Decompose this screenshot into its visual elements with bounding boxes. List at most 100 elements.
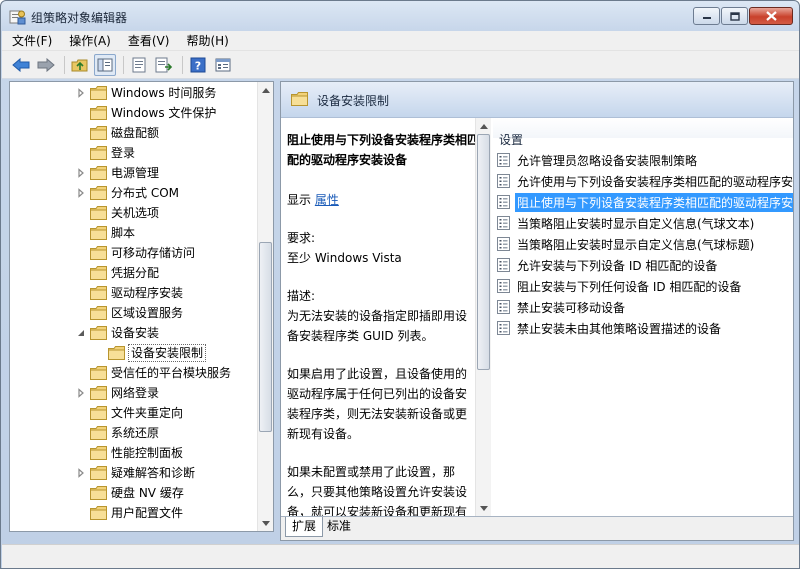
tree-item[interactable]: 磁盘配额 — [10, 123, 258, 143]
tree-item[interactable]: 区域设置服务 — [10, 303, 258, 323]
tree-item[interactable]: 文件夹重定向 — [10, 403, 258, 423]
tree-item[interactable]: 驱动程序安装 — [10, 283, 258, 303]
column-header-setting[interactable]: 设置 — [499, 131, 523, 148]
forward-button[interactable] — [35, 54, 57, 76]
scroll-down-arrow[interactable] — [258, 515, 273, 531]
description-panel: 阻止使用与下列设备安装程序类相匹配的驱动程序安装设备 显示 属性 要求: 至少 … — [281, 118, 491, 516]
setting-row[interactable]: 当策略阻止安装时显示自定义信息(气球文本) — [497, 213, 793, 233]
up-folder-button[interactable] — [69, 54, 91, 76]
setting-label: 阻止使用与下列设备安装程序类相匹配的驱动程序安装设备 — [515, 192, 793, 212]
tree-item-label: Windows 时间服务 — [111, 86, 217, 100]
tree-item-label: 网络登录 — [111, 386, 160, 400]
help-icon: ? — [190, 57, 206, 72]
menu-view[interactable]: 查看(V) — [118, 31, 177, 51]
minimize-button[interactable] — [693, 7, 720, 25]
policy-setting-icon — [497, 153, 510, 167]
expand-arrow-icon[interactable] — [76, 468, 86, 478]
folder-icon — [90, 126, 107, 140]
tree-item[interactable]: 登录 — [10, 143, 258, 163]
tree-item[interactable]: 设备安装限制 — [10, 343, 258, 363]
tree-item-label: 疑难解答和诊断 — [111, 466, 196, 480]
tree-item[interactable]: 受信任的平台模块服务 — [10, 363, 258, 383]
list-header-bg — [493, 118, 793, 138]
expand-arrow-icon[interactable] — [76, 188, 86, 198]
tree-item[interactable]: Windows 文件保护 — [10, 103, 258, 123]
svg-text:?: ? — [195, 59, 201, 72]
tree-item[interactable]: 可移动存储访问 — [10, 243, 258, 263]
tree-item[interactable]: 疑难解答和诊断 — [10, 463, 258, 483]
expand-arrow-icon[interactable] — [76, 168, 86, 178]
view-tabs: 扩展 标准 — [281, 516, 793, 540]
minimize-icon — [702, 17, 711, 19]
scroll-up-arrow[interactable] — [476, 118, 491, 134]
setting-row[interactable]: 允许管理员忽略设备安装限制策略 — [497, 150, 793, 170]
expand-arrow-icon[interactable] — [76, 388, 86, 398]
tree-item[interactable]: 设备安装 — [10, 323, 258, 343]
collapse-arrow-icon[interactable] — [76, 328, 86, 338]
tree-item[interactable]: 性能控制面板 — [10, 443, 258, 463]
show-tree-icon — [97, 58, 113, 71]
folder-icon — [90, 186, 107, 200]
group-policy-app-icon — [9, 10, 26, 25]
details-header: 设备安装限制 — [281, 82, 793, 118]
menu-help[interactable]: 帮助(H) — [176, 31, 235, 51]
tree-item[interactable]: 网络登录 — [10, 383, 258, 403]
properties-button[interactable] — [128, 54, 150, 76]
menu-action[interactable]: 操作(A) — [59, 31, 118, 51]
setting-row[interactable]: 禁止安装可移动设备 — [497, 297, 793, 317]
policy-setting-icon — [497, 174, 510, 188]
title-bar[interactable]: 组策略对象编辑器 — [1, 1, 799, 31]
tree-item[interactable]: 分布式 COM — [10, 183, 258, 203]
close-button[interactable] — [749, 7, 793, 25]
tree-item[interactable]: 硬盘 NV 缓存 — [10, 483, 258, 503]
folder-icon — [90, 166, 107, 180]
forward-icon — [37, 57, 55, 72]
tree-item-label: 脚本 — [111, 226, 136, 240]
show-tree-button[interactable] — [94, 53, 116, 76]
back-icon — [12, 57, 30, 72]
expand-arrow-icon[interactable] — [76, 88, 86, 98]
tree-item[interactable]: 系统还原 — [10, 423, 258, 443]
tree-item[interactable]: 脚本 — [10, 223, 258, 243]
status-bar — [2, 544, 799, 568]
arrow-up-icon — [262, 87, 270, 93]
setting-row[interactable]: 允许安装与下列设备 ID 相匹配的设备 — [497, 255, 793, 275]
help-button[interactable]: ? — [187, 54, 209, 76]
arrow-down-icon — [262, 520, 270, 526]
scrollbar-thumb[interactable] — [259, 242, 272, 432]
tree-item[interactable]: Windows 时间服务 — [10, 83, 258, 103]
properties-link[interactable]: 属性 — [315, 193, 339, 207]
tree-item[interactable]: 凭据分配 — [10, 263, 258, 283]
export-list-button[interactable] — [153, 54, 175, 76]
description-scrollbar[interactable] — [475, 118, 491, 516]
window-title: 组策略对象编辑器 — [31, 11, 128, 25]
arrow-down-icon — [480, 505, 488, 511]
setting-row[interactable]: 阻止使用与下列设备安装程序类相匹配的驱动程序安装设备 — [497, 192, 793, 212]
scrollbar-thumb[interactable] — [477, 134, 490, 370]
tab-standard[interactable]: 标准 — [321, 517, 357, 537]
folder-icon — [90, 266, 107, 280]
tree-item[interactable]: 电源管理 — [10, 163, 258, 183]
tree-item-label: 系统还原 — [111, 426, 160, 440]
back-button[interactable] — [10, 54, 32, 76]
setting-row[interactable]: 当策略阻止安装时显示自定义信息(气球标题) — [497, 234, 793, 254]
tree-item-label: 登录 — [111, 146, 136, 160]
tree-scrollbar[interactable] — [257, 82, 273, 531]
setting-row[interactable]: 禁止安装未由其他策略设置描述的设备 — [497, 318, 793, 338]
scroll-down-arrow[interactable] — [476, 500, 491, 516]
maximize-button[interactable] — [721, 7, 748, 25]
menu-file[interactable]: 文件(F) — [2, 31, 59, 51]
policy-setting-icon — [497, 237, 510, 251]
show-label: 显示 — [287, 193, 312, 207]
tree-item[interactable]: 关机选项 — [10, 203, 258, 223]
tab-extended[interactable]: 扩展 — [285, 517, 324, 537]
folder-icon — [90, 226, 107, 240]
folder-icon — [90, 366, 107, 380]
setting-row[interactable]: 允许使用与下列设备安装程序类相匹配的驱动程序安装设备 — [497, 171, 793, 191]
tree-item[interactable]: 用户配置文件 — [10, 503, 258, 523]
view-button[interactable] — [212, 54, 234, 76]
settings-list: 设置 允许管理员忽略设备安装限制策略 允许使用与下列设备安装程序类相匹配的驱动程序… — [493, 118, 793, 516]
setting-row[interactable]: 阻止安装与下列任何设备 ID 相匹配的设备 — [497, 276, 793, 296]
scroll-up-arrow[interactable] — [258, 82, 273, 98]
setting-label: 禁止安装可移动设备 — [517, 300, 626, 315]
